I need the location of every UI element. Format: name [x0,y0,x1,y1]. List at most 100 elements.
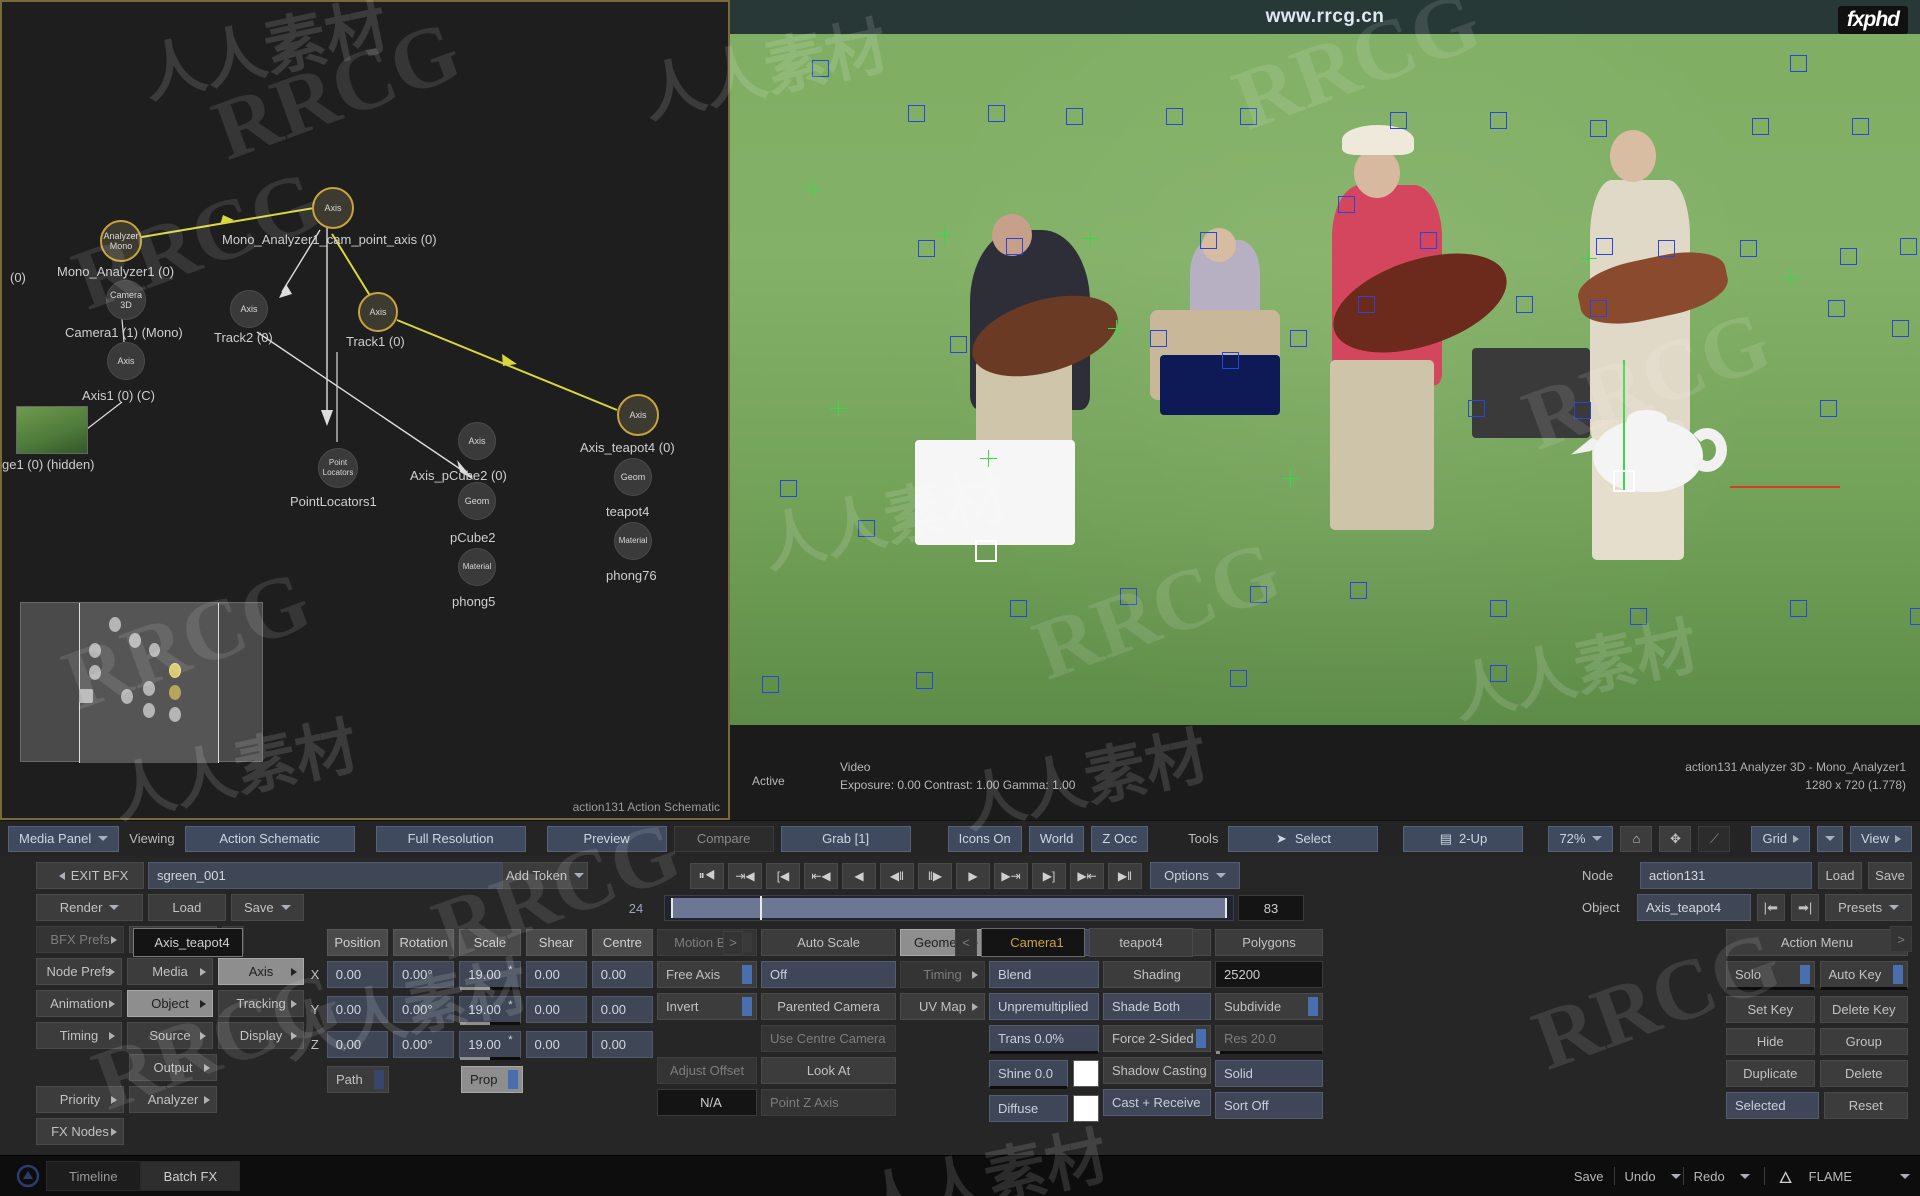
add-token-button-wrap[interactable]: Add Token [502,862,588,889]
invert-toggle[interactable]: Invert [657,993,757,1020]
save-button[interactable]: Save [230,894,305,921]
object-tab-prev[interactable]: < [955,929,977,956]
selected-button[interactable]: Selected [1726,1092,1819,1119]
menu-output[interactable]: Output [129,1054,217,1081]
two-up-button[interactable]: ▤ 2-Up [1403,825,1524,852]
point-z-axis-button[interactable]: Point Z Axis [761,1089,896,1116]
box-centre-handle[interactable] [975,540,997,562]
diffuse-color-swatch[interactable] [1073,1095,1099,1122]
reset-button[interactable]: Reset [1823,1092,1908,1119]
clip-name-field-wrap[interactable]: sgreen_001 [148,862,508,889]
bfx-prefs-button[interactable]: BFX Prefs [36,926,124,953]
select-tool-button[interactable]: ➤ Select [1228,825,1379,852]
parented-camera-button[interactable]: Parented Camera [761,993,896,1020]
schematic-node-track2[interactable]: Axis [230,290,268,328]
node-object-panel[interactable]: Node action131 Load Save Object Axis_tea… [1582,862,1912,952]
menu-analyzer[interactable]: Analyzer [129,1086,217,1113]
diffuse-slider[interactable]: Diffuse [989,1095,1068,1122]
adjust-offset-button[interactable]: Adjust Offset [657,1057,757,1084]
sort-off-button[interactable]: Sort Off [1215,1092,1323,1119]
field-rotation-y[interactable]: 0.00° [393,996,455,1023]
bottom-controls[interactable]: EXIT BFX Render Load Save BFX Prefs Node… [0,856,1920,1155]
field-scale-x[interactable]: 19.00 * [459,961,521,990]
transport-controls[interactable]: ⏸◀ ⇥◀ [◀ ⇤◀ ◀ ◀‖ ‖▶ ▶ ▶⇥ ▶] ▶⇤ ▶‖ Option… [690,862,1240,889]
object-name-field[interactable]: Axis_teapot4 [1636,894,1751,921]
status-redo-button[interactable]: Redo [1686,1169,1733,1184]
presets-button[interactable]: Presets [1825,894,1912,921]
shine-color-swatch[interactable] [1073,1060,1099,1087]
field-position-x[interactable]: 0.00 [326,961,389,988]
menu-priority[interactable]: Priority [36,1086,124,1113]
timeline-playhead[interactable] [760,896,762,920]
fit-icon[interactable]: ✥ [1659,825,1692,852]
world-button[interactable]: World [1028,825,1085,852]
duplicate-button[interactable]: Duplicate [1726,1060,1815,1087]
delete-key-button[interactable]: Delete Key [1819,996,1908,1023]
transport-btn-11[interactable]: ▶‖ [1108,862,1142,889]
path-toggle[interactable]: Path [327,1066,389,1093]
transport-btn-0[interactable]: ⏸◀ [690,862,724,889]
selected-node-chip[interactable]: Axis_teapot4 [133,928,243,957]
object-tab-teapot4[interactable]: teapot4 [1089,928,1193,957]
field-rotation-z[interactable]: 0.00° [393,1031,455,1058]
view-button[interactable]: View [1850,825,1912,852]
schematic-node-axis1[interactable]: Axis [107,342,145,380]
add-token-button[interactable]: Add Token [502,862,588,889]
look-at-button[interactable]: Look At [761,1057,896,1084]
z-occ-button[interactable]: Z Occ [1091,825,1149,852]
solo-toggle[interactable]: Solo [1726,961,1815,990]
polygon-count-field[interactable]: 25200 [1215,961,1323,988]
schematic-minimap[interactable] [20,602,263,763]
transport-btn-8[interactable]: ▶⇥ [994,862,1028,889]
schematic-node-phong5[interactable]: Material [458,548,496,586]
tab-timeline[interactable]: Timeline [46,1161,141,1191]
media-toolbar[interactable]: Media Panel Viewing Action Schematic Ful… [0,820,1920,856]
tab-batch-fx[interactable]: Batch FX [140,1161,241,1191]
compare-button[interactable]: Compare [673,825,774,852]
schematic-node-cam-point-axis[interactable]: Axis [312,187,354,229]
menu-tracking[interactable]: Tracking [218,990,304,1017]
media-panel-button[interactable]: Media Panel [8,825,120,852]
left-control-stack[interactable]: EXIT BFX Render Load Save BFX Prefs Node… [4,862,305,1155]
cast-receive-button[interactable]: Cast + Receive [1103,1089,1211,1116]
blend-button[interactable]: Blend [989,961,1099,988]
field-centre-x[interactable]: 0.00 [591,961,653,988]
menu-display[interactable]: Display [218,1022,304,1049]
grab-button[interactable]: Grab [1] [780,825,911,852]
node-panel-expand[interactable]: > [1890,926,1912,952]
free-axis-toggle[interactable]: Free Axis [657,961,757,988]
set-key-button[interactable]: Set Key [1726,996,1815,1023]
node-chip-next[interactable]: > [723,930,743,955]
status-undo-button[interactable]: Undo [1617,1169,1664,1184]
status-save-button[interactable]: Save [1566,1169,1612,1184]
schematic-node-mono-analyzer1[interactable]: Analyzer Mono [100,220,142,262]
transport-btn-1[interactable]: ⇥◀ [728,862,762,889]
eyedropper-icon[interactable]: ⟋ [1698,825,1731,852]
force-2-sided-toggle[interactable]: Force 2-Sided [1103,1025,1211,1052]
field-shear-x[interactable]: 0.00 [525,961,587,988]
object-tab-camera1[interactable]: Camera1 [981,928,1085,957]
schematic-canvas[interactable]: Analyzer Mono Mono_Analyzer1 (0) Axis Mo… [2,2,728,818]
transport-btn-10[interactable]: ▶⇤ [1070,862,1104,889]
schematic-node-pointlocators[interactable]: Point Locators [318,448,358,488]
field-shear-z[interactable]: 0.00 [525,1031,587,1058]
shine-slider[interactable]: Shine 0.0 [989,1060,1068,1089]
auto-key-toggle[interactable]: Auto Key [1819,961,1908,990]
timeline-row[interactable]: 24 83 [608,895,1304,921]
timeline-scrubber[interactable] [664,895,1234,921]
grid-dropdown-icon[interactable] [1817,825,1844,852]
hide-button[interactable]: Hide [1726,1028,1815,1055]
transport-btn-3[interactable]: ⇤◀ [804,862,838,889]
transport-play-button[interactable]: ▶ [956,862,990,889]
uv-map-button[interactable]: UV Map [900,993,985,1020]
icons-on-button[interactable]: Icons On [947,825,1022,852]
transport-btn-6[interactable]: ‖▶ [918,862,952,889]
object-tabs-row[interactable]: < Camera1 teapot4 [955,928,1193,957]
zoom-level-button[interactable]: 72% [1548,825,1614,852]
menu-source[interactable]: Source [127,1022,213,1049]
group-button[interactable]: Group [1819,1028,1908,1055]
menu-animation[interactable]: Animation [36,990,122,1017]
solid-button[interactable]: Solid [1215,1060,1323,1087]
use-centre-camera-button[interactable]: Use Centre Camera [761,1025,896,1052]
home-icon[interactable]: ⌂ [1620,825,1653,852]
